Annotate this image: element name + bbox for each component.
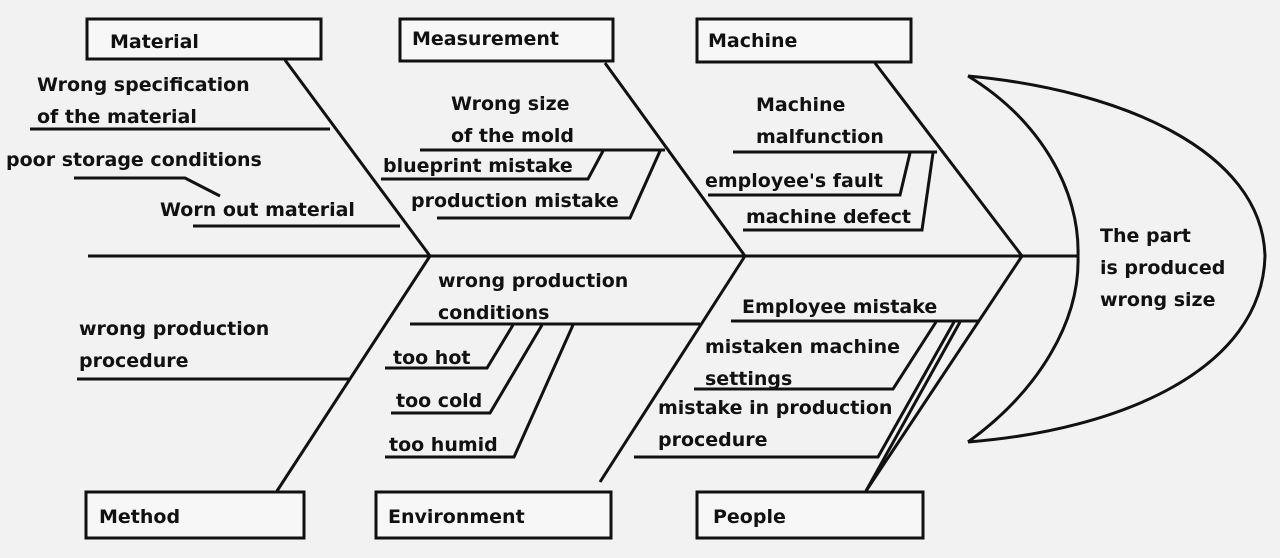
effect-line-3: wrong size: [1100, 289, 1215, 311]
subcause-measurement-1: blueprint mistake: [383, 155, 573, 177]
subcause-people-1-line-1: mistaken machine: [705, 336, 900, 358]
category-label-method: Method: [99, 506, 180, 528]
category-label-machine: Machine: [708, 30, 797, 52]
effect-line-2: is produced: [1100, 257, 1225, 279]
effect-line-1: The part: [1100, 225, 1191, 247]
category-label-measurement: Measurement: [412, 28, 559, 50]
bone-people: [864, 255, 1024, 492]
subcause-environment-1: too hot: [393, 347, 470, 369]
cause-method-1-line-2: procedure: [79, 350, 189, 372]
subcause-measurement-2: production mistake: [411, 190, 619, 212]
cause-people-1: Employee mistake: [742, 296, 937, 318]
subcause-machine-1: employee's fault: [705, 170, 883, 192]
cause-material-1-line-1: Wrong specification: [37, 74, 250, 96]
subcause-people-2-line-2: procedure: [658, 429, 768, 451]
subcause-people-1-line-2: settings: [705, 368, 792, 390]
cause-machine-1-line-1: Machine: [756, 94, 845, 116]
subcause-environment-2: too cold: [396, 390, 482, 412]
fishbone-diagram: The part is produced wrong size Material…: [6, 17, 1267, 540]
cause-measurement-1-line-2: of the mold: [451, 125, 574, 147]
cause-measurement-1-line-1: Wrong size: [451, 93, 570, 115]
cause-method-1-line-1: wrong production: [79, 318, 269, 340]
subcause-environment-3: too humid: [389, 434, 498, 456]
cause-environment-1-line-1: wrong production: [438, 270, 628, 292]
cause-material-2: poor storage conditions: [6, 149, 262, 171]
category-label-material: Material: [110, 31, 199, 53]
head-inner-curve: [967, 74, 1080, 444]
subcause-machine-2: machine defect: [746, 206, 911, 228]
category-label-people: People: [713, 506, 786, 528]
cause-line-material-2: [74, 176, 221, 198]
cause-material-1-line-2: of the material: [37, 106, 197, 128]
cause-machine-1-line-2: malfunction: [756, 126, 884, 148]
subcause-people-2-line-1: mistake in production: [658, 397, 892, 419]
cause-environment-1-line-2: conditions: [438, 302, 549, 324]
category-label-environment: Environment: [388, 506, 525, 528]
cause-material-3: Worn out material: [160, 199, 355, 221]
bone-measurement: [603, 62, 747, 257]
